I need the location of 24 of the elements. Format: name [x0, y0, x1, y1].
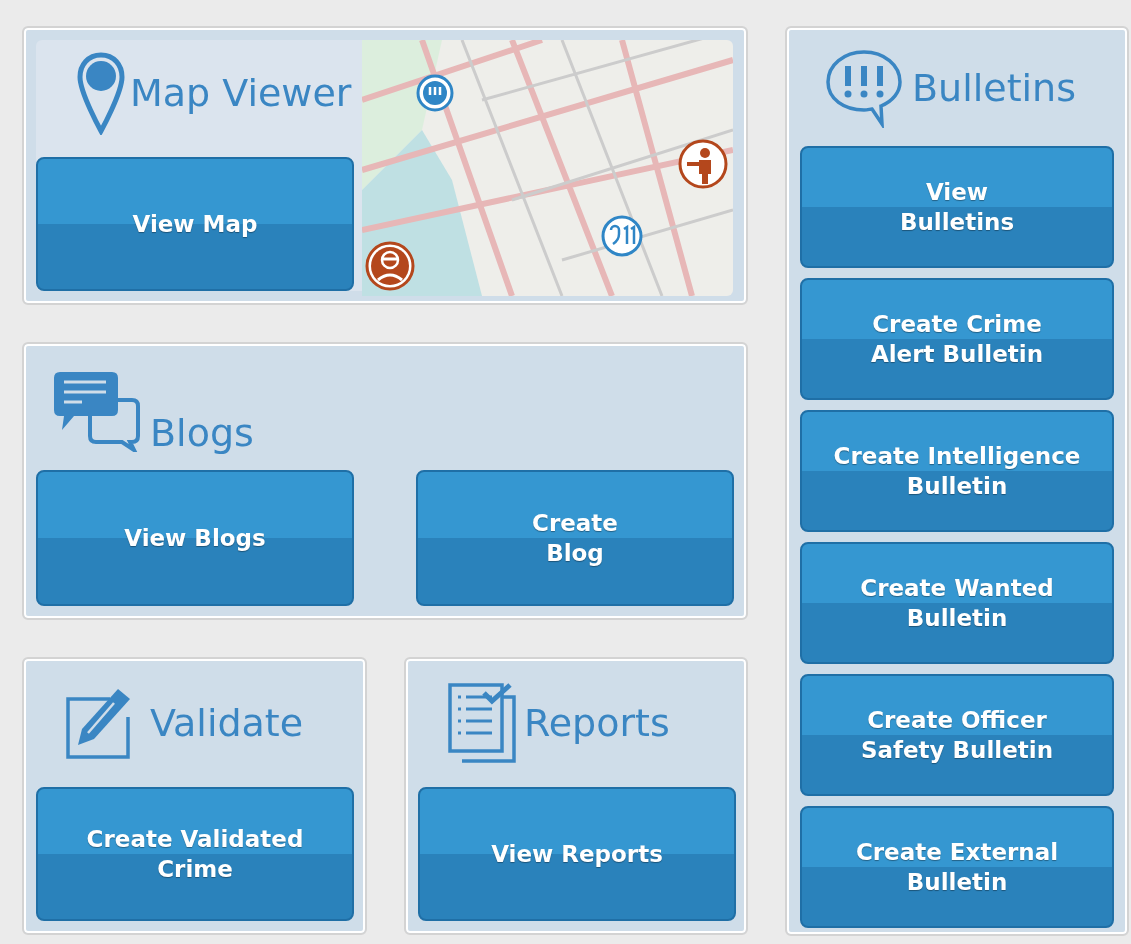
action-button[interactable]: View Bulletins: [800, 146, 1114, 268]
action-button[interactable]: Create Wanted Bulletin: [800, 542, 1114, 664]
edit-icon: [66, 687, 132, 760]
action-button[interactable]: Create Intelligence Bulletin: [800, 410, 1114, 532]
panel-title: Map Viewer: [130, 74, 352, 113]
action-button[interactable]: Create Validated Crime: [36, 787, 354, 921]
checklist-document-icon: [448, 683, 516, 764]
panel-title: Reports: [524, 704, 670, 743]
panel-title: Validate: [150, 704, 304, 743]
action-button[interactable]: Create Crime Alert Bulletin: [800, 278, 1114, 400]
action-button[interactable]: Create Officer Safety Bulletin: [800, 674, 1114, 796]
masked-suspect-marker-icon: [364, 240, 416, 292]
map-pin-icon: [76, 51, 126, 136]
action-button[interactable]: View Blogs: [36, 470, 354, 606]
emergency-911-marker-icon: [600, 214, 644, 258]
action-button[interactable]: View Map: [36, 156, 354, 291]
action-button[interactable]: Create Blog: [416, 470, 734, 606]
alert-bubble-icon: [824, 48, 904, 128]
gunman-marker-icon: [677, 138, 729, 190]
panel-title: Blogs: [150, 414, 254, 452]
panel-title: Bulletins: [912, 69, 1076, 107]
action-button[interactable]: Create External Bulletin: [800, 806, 1114, 928]
action-button[interactable]: View Reports: [418, 787, 736, 921]
alert-marker-icon: [416, 74, 454, 112]
